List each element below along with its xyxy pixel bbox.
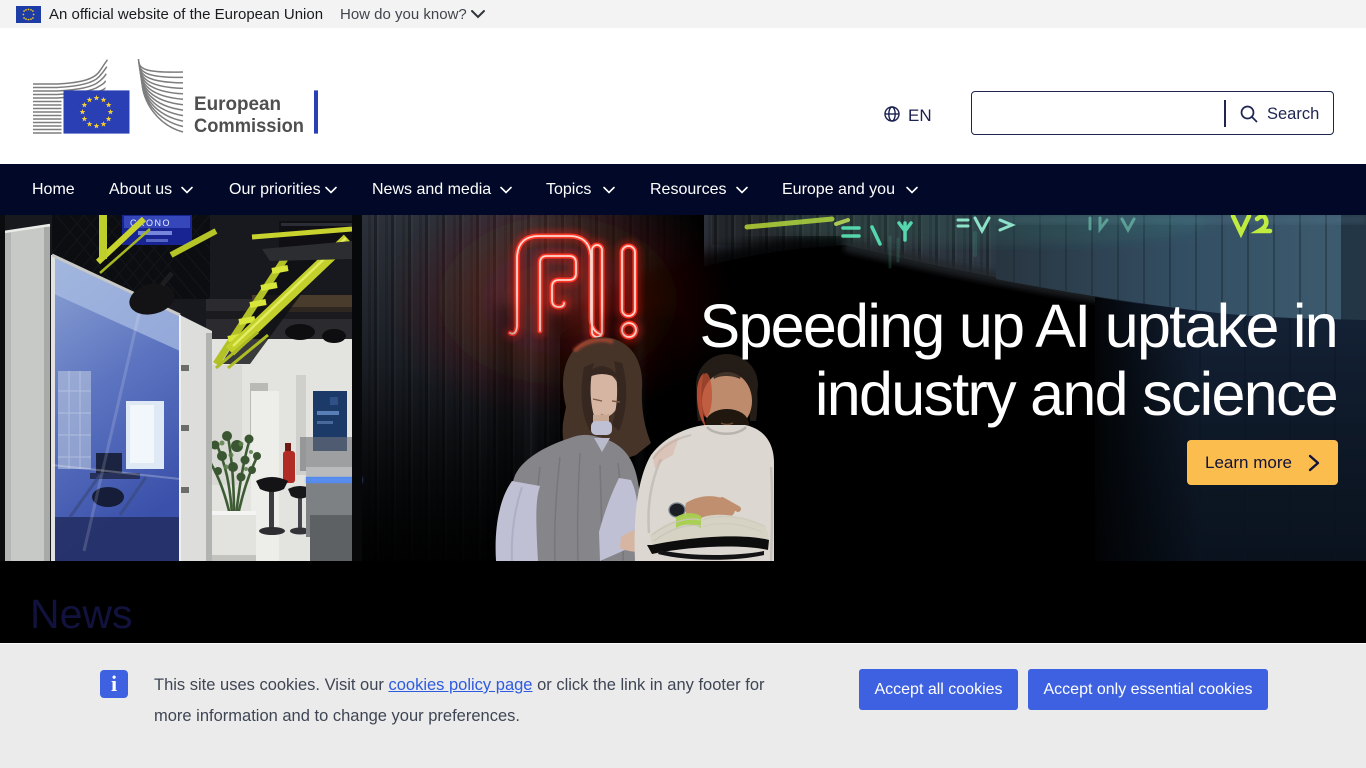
svg-text:Commission: Commission — [194, 115, 304, 136]
svg-text:European: European — [194, 93, 281, 115]
